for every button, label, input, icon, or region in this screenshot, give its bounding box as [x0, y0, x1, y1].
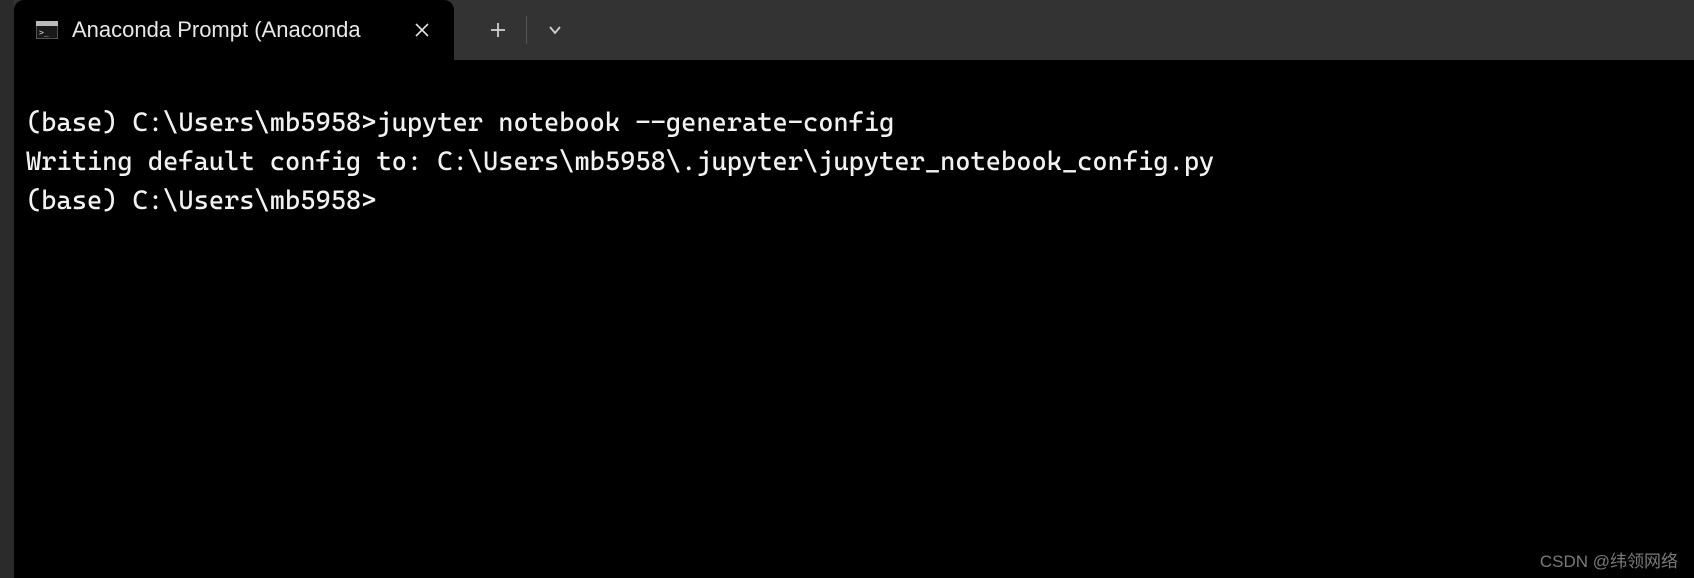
prompt-text: (base) C:\Users\mb5958> — [26, 108, 376, 138]
terminal-body[interactable]: (base) C:\Users\mb5958>jupyter notebook … — [14, 60, 1694, 578]
terminal-output: Writing default config to: C:\Users\mb59… — [26, 143, 1682, 182]
new-tab-button[interactable] — [474, 6, 522, 54]
tab-title: Anaconda Prompt (Anaconda — [72, 17, 394, 43]
tab-active[interactable]: >_ Anaconda Prompt (Anaconda — [14, 0, 454, 60]
terminal-line: (base) C:\Users\mb5958>jupyter notebook … — [26, 104, 1682, 143]
watermark: CSDN @纬领网络 — [1540, 547, 1678, 572]
svg-text:>_: >_ — [39, 28, 49, 37]
prompt-text: (base) C:\Users\mb5958> — [26, 182, 1682, 221]
prompt-icon: >_ — [36, 21, 58, 39]
divider — [526, 16, 527, 44]
command-text: jupyter notebook --generate-config — [376, 108, 894, 138]
titlebar-actions — [454, 0, 579, 60]
terminal-window: >_ Anaconda Prompt (Anaconda — [14, 0, 1694, 578]
close-icon[interactable] — [408, 16, 436, 44]
dropdown-button[interactable] — [531, 6, 579, 54]
titlebar: >_ Anaconda Prompt (Anaconda — [14, 0, 1694, 60]
